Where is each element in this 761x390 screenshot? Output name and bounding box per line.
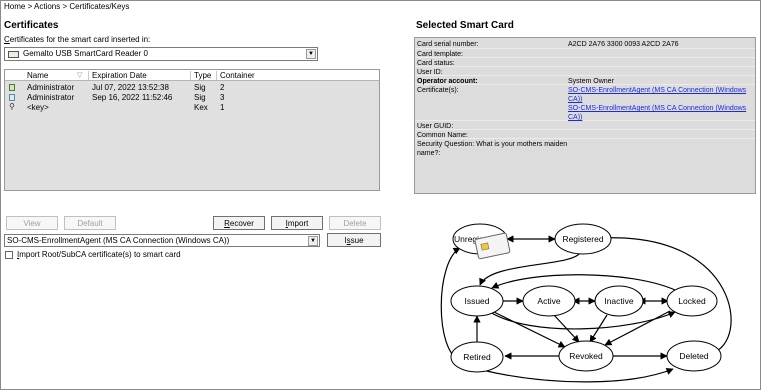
state-label-issued: Issued [464, 296, 489, 306]
ca-select-value: SO-CMS-EnrollmentAgent (MS CA Connection… [7, 236, 230, 245]
state-label-retired: Retired [463, 352, 491, 362]
lifecycle-diagram: Unregis Registered Issued Active Inactiv… [440, 223, 732, 383]
column-header-container[interactable]: Container [220, 71, 255, 80]
row-type: Sig [194, 83, 206, 92]
column-separator [88, 71, 89, 80]
ca-select[interactable]: SO-CMS-EnrollmentAgent (MS CA Connection… [4, 234, 320, 247]
row-type: Kex [194, 103, 208, 112]
row-type: Sig [194, 93, 206, 102]
import-root-label: Import Root/SubCA certificate(s) to smar… [17, 250, 181, 259]
state-label-revoked: Revoked [569, 351, 603, 361]
detail-row: Operator account: System Owner [415, 76, 755, 85]
state-node-locked: Locked [666, 285, 718, 317]
state-label-registered: Registered [562, 234, 603, 244]
certificate-icon [9, 94, 15, 101]
state-node-retired: Retired [450, 341, 504, 373]
breadcrumb: Home > Actions > Certificates/Keys [4, 2, 130, 11]
detail-row: Certificate(s): SO-CMS-EnrollmentAgent (… [415, 85, 755, 121]
state-node-registered: Registered [554, 223, 612, 255]
column-separator [190, 71, 191, 80]
state-node-active: Active [522, 285, 576, 317]
detail-key: Certificate(s): [417, 87, 459, 94]
issue-button[interactable]: Is sue [327, 233, 381, 247]
import-button[interactable]: Import [271, 216, 323, 230]
row-name: <key> [27, 103, 49, 112]
certificate-link[interactable]: SO-CMS-EnrollmentAgent (MS CA Connection… [568, 104, 755, 122]
row-container: 1 [220, 103, 225, 112]
reader-label: Certificates for the smart card inserted… [4, 35, 151, 44]
certificates-title: Certificates [4, 20, 59, 31]
row-name: Administrator [27, 83, 75, 92]
row-name: Administrator [27, 93, 75, 102]
certificate-link[interactable]: SO-CMS-EnrollmentAgent (MS CA Connection… [568, 86, 755, 104]
detail-row: Common Name: [415, 130, 755, 139]
table-row[interactable]: Administrator Sep 16, 2022 11:52:46 Sig … [5, 93, 379, 103]
detail-row: Card template: [415, 49, 755, 58]
state-node-deleted: Deleted [666, 340, 722, 372]
key-icon: ⚲ [9, 102, 15, 111]
detail-row: Card serial number: A2CD 2A76 3300 0093 … [415, 39, 755, 49]
sort-icon: ▽ [77, 72, 83, 79]
state-node-inactive: Inactive [594, 285, 644, 317]
detail-key: Card serial number: [417, 41, 479, 48]
detail-value: A2CD 2A76 3300 0093 A2CD 2A76 [568, 41, 679, 48]
state-label-deleted: Deleted [679, 351, 709, 361]
column-header-type[interactable]: Type [194, 71, 211, 80]
state-label-active: Active [537, 296, 560, 306]
certificate-list-header: Name ▽ Expiration Date Type Container [5, 70, 379, 81]
recover-button[interactable]: Recover [213, 216, 265, 230]
table-row[interactable]: Administrator Jul 07, 2022 13:52:38 Sig … [5, 83, 379, 93]
detail-row: Security Question: What is your mothers … [415, 139, 755, 159]
default-button[interactable]: Default [64, 216, 116, 230]
chevron-down-icon[interactable]: ▼ [308, 236, 318, 246]
state-label-inactive: Inactive [604, 296, 634, 306]
certificate-icon [9, 84, 15, 91]
import-root-checkbox[interactable] [5, 251, 13, 259]
detail-key: Security Question: What is your mothers … [417, 141, 568, 157]
certificate-list[interactable]: Name ▽ Expiration Date Type Container Ad… [4, 69, 380, 191]
detail-row: User ID: [415, 67, 755, 76]
detail-row: User GUID: [415, 121, 755, 130]
card-reader-icon [8, 51, 19, 58]
smart-card-title: Selected Smart Card [416, 20, 514, 31]
column-separator [216, 71, 217, 80]
reader-select[interactable]: Gemalto USB SmartCard Reader 0 ▼ [4, 47, 318, 61]
row-expiration: Jul 07, 2022 13:52:38 [92, 83, 169, 92]
view-button[interactable]: View [6, 216, 58, 230]
table-row[interactable]: ⚲ <key> Kex 1 [5, 102, 379, 113]
state-node-issued: Issued [450, 285, 504, 317]
smart-card-details: Card serial number: A2CD 2A76 3300 0093 … [414, 37, 756, 194]
state-node-revoked: Revoked [558, 340, 614, 372]
column-header-expiration[interactable]: Expiration Date [92, 71, 147, 80]
row-container: 3 [220, 93, 225, 102]
chevron-down-icon[interactable]: ▼ [306, 49, 316, 59]
state-label-locked: Locked [678, 296, 706, 306]
reader-select-value: Gemalto USB SmartCard Reader 0 [23, 49, 148, 58]
detail-row: Card status: [415, 58, 755, 67]
delete-button[interactable]: Delete [329, 216, 381, 230]
row-container: 2 [220, 83, 225, 92]
column-header-name[interactable]: Name [27, 71, 48, 80]
row-expiration: Sep 16, 2022 11:52:46 [92, 93, 173, 102]
